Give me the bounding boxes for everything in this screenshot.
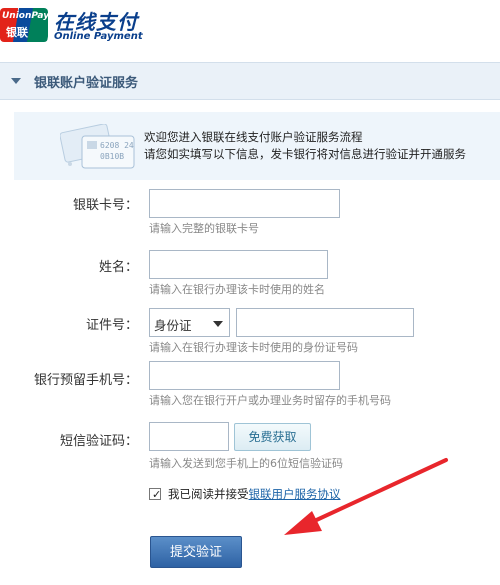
id-number-input[interactable] (236, 308, 414, 337)
name-label: 姓名： (98, 260, 138, 275)
phone-label: 银行预留手机号： (33, 373, 138, 388)
agree-text: 我已阅读并接受 (168, 487, 249, 501)
svg-text:6208 24: 6208 24 (100, 141, 134, 150)
logo-text-en: UnionPay (2, 11, 48, 21)
get-sms-code-button[interactable]: 免费获取 (234, 423, 311, 451)
section-header[interactable]: 银联账户验证服务 (0, 62, 500, 100)
brand-subtitle: Online Payment (54, 31, 143, 42)
phone-hint: 请输入您在银行开户或办理业务时留存的手机号码 (149, 394, 391, 407)
bank-cards-icon: 6208 24 0B10B (60, 124, 135, 169)
card-number-label: 银联卡号： (72, 198, 138, 213)
svg-text:0B10B: 0B10B (100, 152, 124, 161)
intro-line-1: 欢迎您进入银联在线支付账户验证服务流程 (144, 130, 363, 144)
phone-input[interactable] (149, 361, 340, 390)
id-hint: 请输入在银行办理该卡时使用的身份证号码 (149, 341, 358, 354)
id-type-select[interactable]: 身份证 (149, 308, 230, 337)
collapse-triangle-icon[interactable] (11, 78, 21, 84)
chevron-down-icon (213, 321, 223, 327)
intro-box: 6208 24 0B10B 欢迎您进入银联在线支付账户验证服务流程 请您如实填写… (14, 112, 500, 180)
card-number-hint: 请输入完整的银联卡号 (149, 222, 259, 235)
id-type-value: 身份证 (154, 318, 192, 333)
sms-code-label: 短信验证码： (59, 434, 138, 449)
unionpay-logo: UnionPay 银联 (0, 8, 48, 42)
agree-checkbox[interactable]: ✓ (149, 488, 162, 501)
id-label: 证件号： (85, 318, 138, 333)
red-arrow-annotation (284, 458, 448, 535)
submit-button[interactable]: 提交验证 (150, 536, 242, 568)
sms-code-input[interactable] (149, 422, 229, 451)
logo-text-cn: 银联 (6, 26, 28, 39)
name-hint: 请输入在银行办理该卡时使用的姓名 (149, 283, 325, 296)
check-icon: ✓ (152, 488, 162, 501)
name-input[interactable] (149, 250, 328, 279)
intro-line-2: 请您如实填写以下信息，发卡银行将对信息进行验证并开通服务 (144, 147, 466, 161)
section-title: 银联账户验证服务 (34, 76, 139, 91)
card-number-input[interactable] (149, 189, 340, 218)
